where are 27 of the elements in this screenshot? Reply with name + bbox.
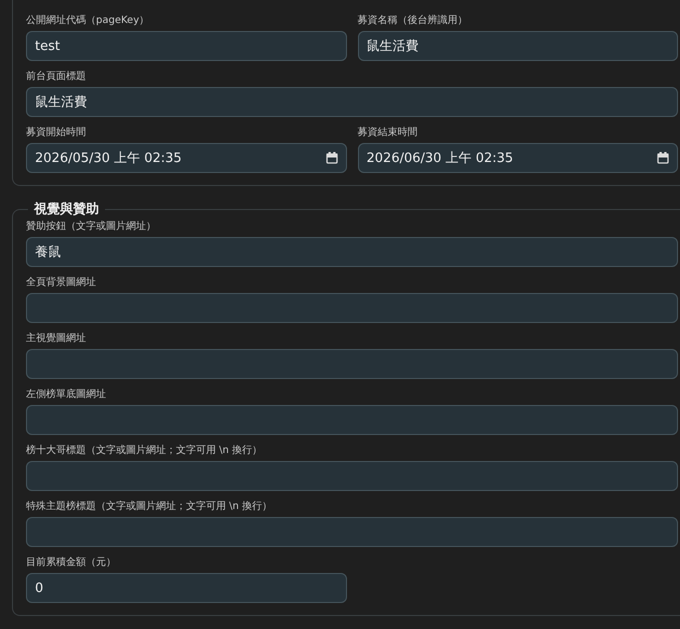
field-label: 全頁背景圖網址 [26,276,97,290]
number-field[interactable]: 0 [26,573,346,603]
input-field[interactable]: 鼠生活費 [26,87,678,117]
calendar-icon[interactable] [326,152,338,164]
field-label: 募資開始時間 [26,126,87,140]
input-field[interactable] [26,517,678,547]
field-label: 募資結束時間 [358,126,418,140]
input-field[interactable] [26,405,678,435]
input-field[interactable] [26,349,678,379]
date-time-field[interactable]: 2026/05/30 上午 02:35 [26,143,346,173]
input-field[interactable]: 養鼠 [26,237,678,267]
section-title: 視覺與贊助 [32,200,100,218]
date-time-field[interactable]: 2026/06/30 上午 02:35 [358,143,678,173]
field-label: 募資名稱（後台辨識用） [358,14,468,28]
input-field[interactable]: test [26,31,346,61]
field-label: 公開網址代碼（pageKey） [26,14,150,28]
field-label: 贊助按鈕（文字或圖片網址） [26,220,157,234]
input-field[interactable]: 鼠生活費 [358,31,678,61]
field-label: 前台頁面標題 [26,70,87,84]
calendar-icon[interactable] [657,152,669,164]
input-field[interactable] [26,293,678,323]
input-field[interactable] [26,461,678,491]
field-label: 主視覺圖網址 [26,332,87,346]
field-label: 榜十大哥標題（文字或圖片網址；文字可用 \n 換行） [26,444,264,458]
field-label: 目前累積金額（元） [26,556,117,570]
field-label: 特殊主題榜標題（文字或圖片網址；文字可用 \n 換行） [26,500,274,514]
field-label: 左側榜單底圖網址 [26,388,107,402]
